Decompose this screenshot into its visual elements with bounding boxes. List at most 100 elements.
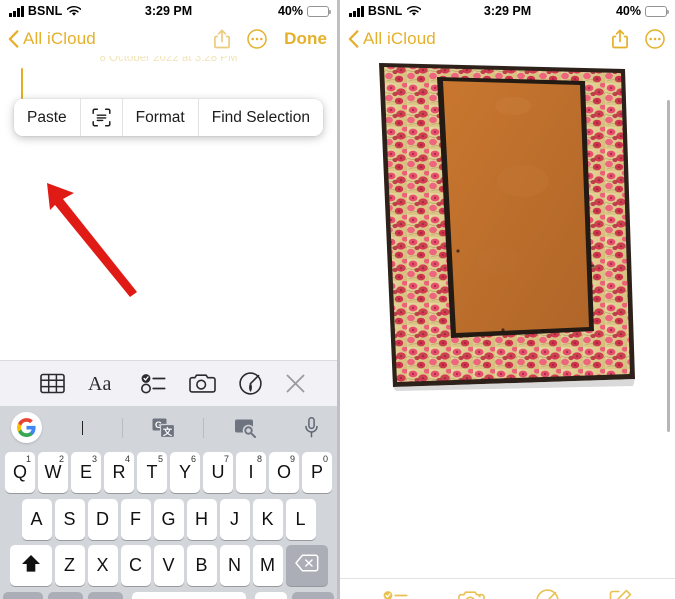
wifi-icon	[67, 5, 82, 17]
status-left-group: BSNL	[349, 4, 422, 18]
space-key[interactable]: space	[132, 591, 246, 599]
context-menu-format[interactable]: Format	[122, 99, 199, 136]
nav-actions-right	[612, 29, 665, 49]
back-button-label: All iCloud	[23, 29, 96, 48]
note-content-right[interactable]	[340, 56, 675, 578]
key-label: U	[211, 462, 225, 482]
key-sup: 8	[256, 454, 262, 464]
ellipsis-circle-icon[interactable]	[247, 29, 267, 49]
key-g[interactable]: G	[153, 498, 184, 540]
google-translate-button[interactable]: G 文	[123, 415, 204, 441]
key-y[interactable]: Y6	[170, 452, 200, 493]
google-logo-icon[interactable]	[11, 412, 42, 443]
markup-pen-icon[interactable]	[238, 372, 262, 395]
note-date-label: 8 October 2022 at 3:28 PM	[99, 56, 238, 64]
key-sup: 5	[157, 454, 163, 464]
carrier-label: BSNL	[27, 4, 63, 18]
key-i[interactable]: I8	[236, 452, 266, 493]
context-menu-find-selection[interactable]: Find Selection	[198, 99, 323, 136]
google-lens-button[interactable]	[204, 415, 285, 441]
red-pointer-arrow	[47, 183, 137, 297]
ellipsis-circle-icon[interactable]	[645, 29, 665, 49]
keyboard-row-4: 123 space .	[3, 591, 334, 599]
key-label: T	[146, 462, 158, 482]
checklist-icon[interactable]	[383, 590, 408, 599]
key-p[interactable]: P0	[302, 452, 332, 493]
key-q[interactable]: Q1	[5, 452, 35, 493]
text-caret	[21, 68, 24, 99]
key-l[interactable]: L	[285, 498, 316, 540]
vertical-scrollbar[interactable]	[667, 100, 670, 432]
back-button-all-icloud[interactable]: All iCloud	[348, 29, 436, 49]
key-a[interactable]: A	[21, 498, 52, 540]
share-icon[interactable]	[214, 29, 231, 49]
table-icon[interactable]	[39, 373, 65, 394]
key-t[interactable]: T5	[137, 452, 167, 493]
key-w[interactable]: W2	[38, 452, 68, 493]
key-x[interactable]: X	[87, 545, 118, 587]
keyboard-row-2: A S D F G H J K L	[3, 498, 334, 540]
back-button-label: All iCloud	[363, 29, 436, 48]
backspace-delete-icon	[294, 554, 319, 577]
camera-icon[interactable]	[188, 373, 216, 394]
back-button-all-icloud[interactable]: All iCloud	[8, 29, 96, 49]
scan-text-icon	[92, 108, 111, 127]
globe-key[interactable]	[48, 591, 83, 599]
battery-icon	[645, 5, 670, 17]
key-h[interactable]: H	[186, 498, 217, 540]
context-menu-scan-text[interactable]	[80, 99, 123, 136]
key-o[interactable]: O9	[269, 452, 299, 493]
key-z[interactable]: Z	[54, 545, 85, 587]
microphone-icon	[304, 417, 318, 438]
key-s[interactable]: S	[54, 498, 85, 540]
keyboard-row-3: Z X C V B N M	[3, 545, 334, 587]
key-v[interactable]: V	[153, 545, 184, 587]
suggestion-slot-cursor[interactable]	[42, 415, 123, 441]
text-format-icon[interactable]: Aa	[88, 373, 118, 394]
key-u[interactable]: U7	[203, 452, 233, 493]
shift-key[interactable]	[9, 545, 52, 587]
note-editor-body[interactable]: 8 October 2022 at 3:28 PM Paste Format F…	[0, 56, 337, 360]
numbers-key[interactable]: 123	[3, 591, 43, 599]
share-icon[interactable]	[612, 29, 628, 49]
done-button[interactable]: Done	[284, 29, 327, 49]
key-e[interactable]: E3	[71, 452, 101, 493]
key-sup: 7	[223, 454, 229, 464]
camera-icon[interactable]	[458, 590, 486, 599]
context-menu-paste[interactable]: Paste	[14, 99, 81, 136]
compose-note-icon[interactable]	[609, 589, 632, 599]
picture-frame-photo	[363, 61, 651, 391]
markup-pen-icon[interactable]	[535, 588, 559, 599]
svg-text:Aa: Aa	[88, 373, 111, 394]
close-icon[interactable]	[285, 373, 306, 394]
delete-key[interactable]	[285, 545, 328, 587]
key-n[interactable]: N	[219, 545, 250, 587]
battery-icon	[307, 5, 332, 17]
key-r[interactable]: R4	[104, 452, 134, 493]
gboard-suggestion-bar: G 文	[0, 406, 337, 449]
key-sup: 6	[190, 454, 196, 464]
period-key[interactable]: .	[255, 591, 287, 599]
key-c[interactable]: C	[120, 545, 151, 587]
key-sup: 9	[289, 454, 295, 464]
nav-actions-left: Done	[214, 29, 327, 49]
return-key[interactable]	[292, 591, 334, 599]
battery-percent-label: 40%	[615, 4, 641, 18]
chevron-left-icon	[8, 30, 19, 48]
emoji-key[interactable]	[88, 591, 123, 599]
key-m[interactable]: M	[252, 545, 283, 587]
key-sup: 4	[124, 454, 130, 464]
key-f[interactable]: F	[120, 498, 151, 540]
key-k[interactable]: K	[252, 498, 283, 540]
key-d[interactable]: D	[87, 498, 118, 540]
pasted-photo-attachment[interactable]	[363, 61, 651, 391]
signal-bars-icon	[9, 5, 24, 17]
voice-input-button[interactable]	[285, 415, 337, 441]
status-left-group: BSNL	[9, 4, 82, 18]
key-sup: 1	[25, 454, 31, 464]
key-b[interactable]: B	[186, 545, 217, 587]
google-translate-icon: G 文	[152, 418, 175, 438]
checklist-icon[interactable]	[140, 373, 166, 394]
key-j[interactable]: J	[219, 498, 250, 540]
battery-percent-label: 40%	[277, 4, 303, 18]
